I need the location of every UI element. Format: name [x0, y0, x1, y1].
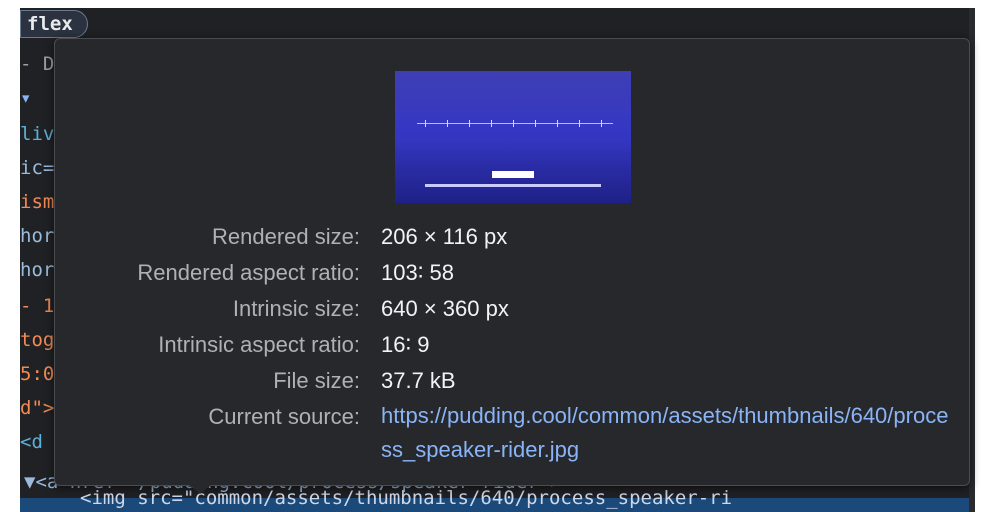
file-size-row: File size: 37.7 kB [55, 363, 969, 399]
code-line[interactable]: ism [20, 190, 54, 214]
selected-element-row[interactable]: <img src="common/assets/thumbnails/640/p… [20, 487, 975, 512]
code-line[interactable]: hor [20, 258, 54, 282]
intrinsic-aspect-ratio-row: Intrinsic aspect ratio: 16∶ 9 [55, 327, 969, 363]
image-preview-tooltip: Rendered size: 206 × 116 px Rendered asp… [54, 38, 970, 486]
code-line[interactable]: <d [20, 430, 43, 454]
code-line[interactable]: - 1 [20, 294, 54, 318]
tooltip-arrow [188, 484, 212, 494]
property-label: Rendered size: [212, 224, 360, 249]
flex-badge[interactable]: flex [20, 10, 88, 38]
property-label: Rendered aspect ratio: [137, 260, 360, 285]
current-source-link[interactable]: https://pudding.cool/common/assets/thumb… [381, 399, 951, 467]
code-line[interactable]: hor [20, 224, 54, 248]
property-label: File size: [273, 368, 360, 393]
property-label: Current source: [208, 404, 360, 429]
property-value: 206 × 116 px [381, 224, 508, 249]
image-thumbnail [395, 71, 631, 203]
rendered-aspect-ratio-row: Rendered aspect ratio: 103∶ 58 [55, 255, 969, 291]
selected-element-code: <img src="common/assets/thumbnails/640/p… [80, 487, 733, 509]
code-line[interactable]: tog [20, 328, 54, 352]
property-value: 37.7 kB [381, 368, 456, 393]
code-line[interactable]: 5:0 [20, 362, 54, 386]
code-line[interactable]: d"> [20, 396, 54, 420]
property-label: Intrinsic aspect ratio: [158, 332, 360, 357]
current-source-row: Current source: https://pudding.cool/com… [55, 399, 969, 471]
code-line[interactable]: ▾ [20, 86, 31, 110]
code-line[interactable]: ic= [20, 156, 54, 180]
intrinsic-size-row: Intrinsic size: 640 × 360 px [55, 291, 969, 327]
property-value: 103∶ 58 [381, 260, 455, 285]
property-value: 16∶ 9 [381, 332, 430, 357]
rendered-size-row: Rendered size: 206 × 116 px [55, 219, 969, 255]
code-line[interactable]: liv [20, 122, 54, 146]
property-label: Intrinsic size: [232, 296, 360, 321]
code-line[interactable]: - D [20, 52, 54, 76]
property-value: 640 × 360 px [381, 296, 509, 321]
